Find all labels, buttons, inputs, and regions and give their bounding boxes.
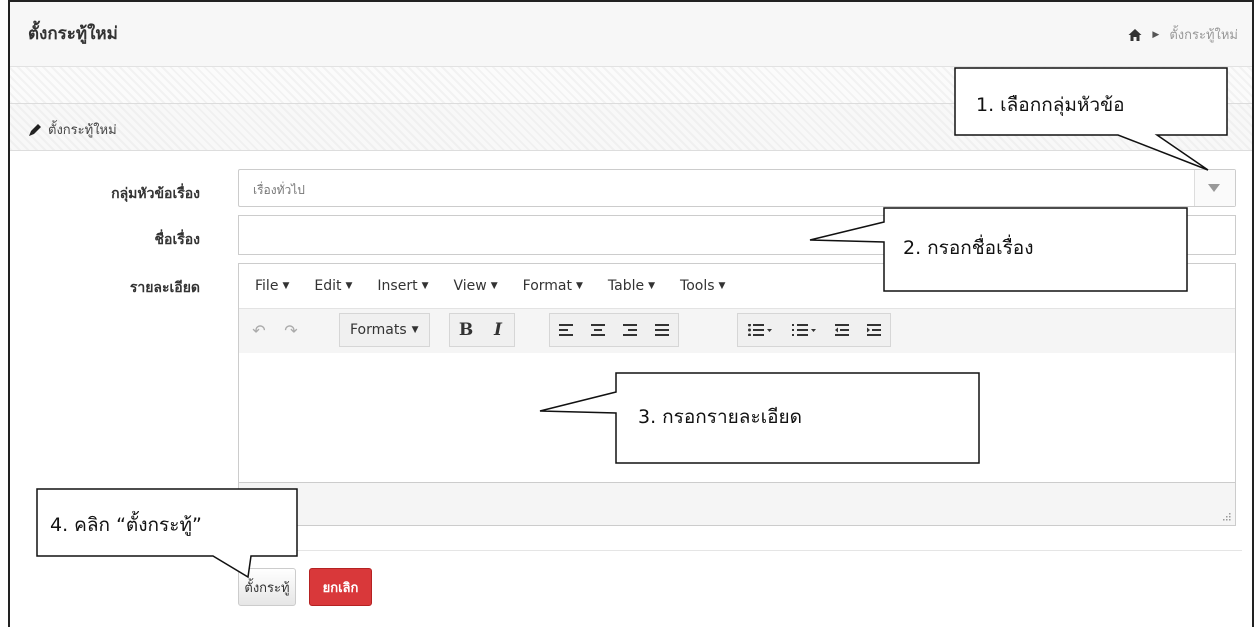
page-header: ตั้งกระทู้ใหม่ ▶ ตั้งกระทู้ใหม่ <box>10 2 1252 67</box>
subject-input[interactable] <box>238 215 1236 255</box>
callout-1-text: 1. เลือกกลุ่มหัวข้อ <box>976 94 1125 116</box>
caret-down-icon: ▼ <box>718 281 726 291</box>
bold-button[interactable]: B <box>450 314 482 346</box>
editor-menubar: File ▼ Edit ▼ Insert ▼ View ▼ Format ▼ Table ▼… <box>239 264 1235 308</box>
align-group <box>549 313 679 347</box>
rich-text-editor: File ▼ Edit ▼ Insert ▼ View ▼ Format ▼ Table ▼… <box>238 263 1236 526</box>
outdent-icon[interactable] <box>826 314 858 346</box>
callout-3-text: 3. กรอกรายละเอียด <box>638 406 803 428</box>
formats-group: Formats ▼ <box>339 313 430 347</box>
caret-down-icon: ▼ <box>345 281 353 291</box>
resize-handle-icon[interactable] <box>1223 513 1231 521</box>
align-justify-icon[interactable] <box>646 314 678 346</box>
caret-down-icon: ▼ <box>648 281 656 291</box>
menu-tools[interactable]: Tools ▼ <box>680 278 725 294</box>
chevron-down-icon <box>1208 184 1220 192</box>
history-group: ↶ ↷ <box>243 313 307 347</box>
editor-statusbar <box>239 482 1235 525</box>
indent-icon[interactable] <box>858 314 890 346</box>
list-group <box>737 313 891 347</box>
menu-insert[interactable]: Insert ▼ <box>377 278 428 294</box>
numbered-list-icon[interactable] <box>782 314 826 346</box>
italic-button[interactable]: I <box>482 314 514 346</box>
align-center-icon[interactable] <box>582 314 614 346</box>
formats-dropdown[interactable]: Formats ▼ <box>340 314 429 346</box>
category-label: กลุ่มหัวข้อเรื่อง <box>111 186 200 202</box>
breadcrumb-current: ตั้งกระทู้ใหม่ <box>1169 28 1238 43</box>
editor-toolbar: ↶ ↷ Formats ▼ B I <box>239 308 1235 354</box>
detail-label: รายละเอียด <box>129 280 200 296</box>
pencil-icon <box>29 123 41 136</box>
form-divider <box>238 550 1242 551</box>
cancel-button[interactable]: ยกเลิก <box>309 568 372 606</box>
submit-post-button[interactable]: ตั้งกระทู้ <box>238 568 296 606</box>
page-title: ตั้งกระทู้ใหม่ <box>28 24 118 44</box>
category-dropdown-button[interactable] <box>1194 170 1235 206</box>
undo-icon[interactable]: ↶ <box>243 314 275 346</box>
menu-view[interactable]: View ▼ <box>453 278 497 294</box>
panel-title-text: ตั้งกระทู้ใหม่ <box>48 123 117 138</box>
panel-title: ตั้งกระทู้ใหม่ <box>28 119 117 140</box>
breadcrumb: ▶ ตั้งกระทู้ใหม่ <box>1128 24 1238 45</box>
category-select[interactable]: เรื่องทั่วไป <box>238 169 1236 207</box>
style-group: B I <box>449 313 515 347</box>
category-select-value: เรื่องทั่วไป <box>253 183 305 197</box>
caret-down-icon: ▼ <box>282 281 290 291</box>
menu-edit[interactable]: Edit ▼ <box>314 278 352 294</box>
caret-down-icon: ▼ <box>575 281 583 291</box>
breadcrumb-separator-icon: ▶ <box>1152 29 1160 40</box>
caret-down-icon: ▼ <box>490 281 498 291</box>
bullet-list-icon[interactable] <box>738 314 782 346</box>
caret-down-icon: ▼ <box>411 325 419 335</box>
redo-icon[interactable]: ↷ <box>275 314 307 346</box>
menu-file[interactable]: File ▼ <box>255 278 289 294</box>
align-left-icon[interactable] <box>550 314 582 346</box>
callout-4-text: 4. คลิก “ตั้งกระทู้” <box>50 514 202 536</box>
subject-label: ชื่อเรื่อง <box>154 232 200 248</box>
menu-format[interactable]: Format ▼ <box>523 278 583 294</box>
menu-table[interactable]: Table ▼ <box>608 278 655 294</box>
align-right-icon[interactable] <box>614 314 646 346</box>
callout-2-text: 2. กรอกชื่อเรื่อง <box>903 237 1034 259</box>
home-icon[interactable] <box>1128 28 1142 42</box>
caret-down-icon: ▼ <box>421 281 429 291</box>
